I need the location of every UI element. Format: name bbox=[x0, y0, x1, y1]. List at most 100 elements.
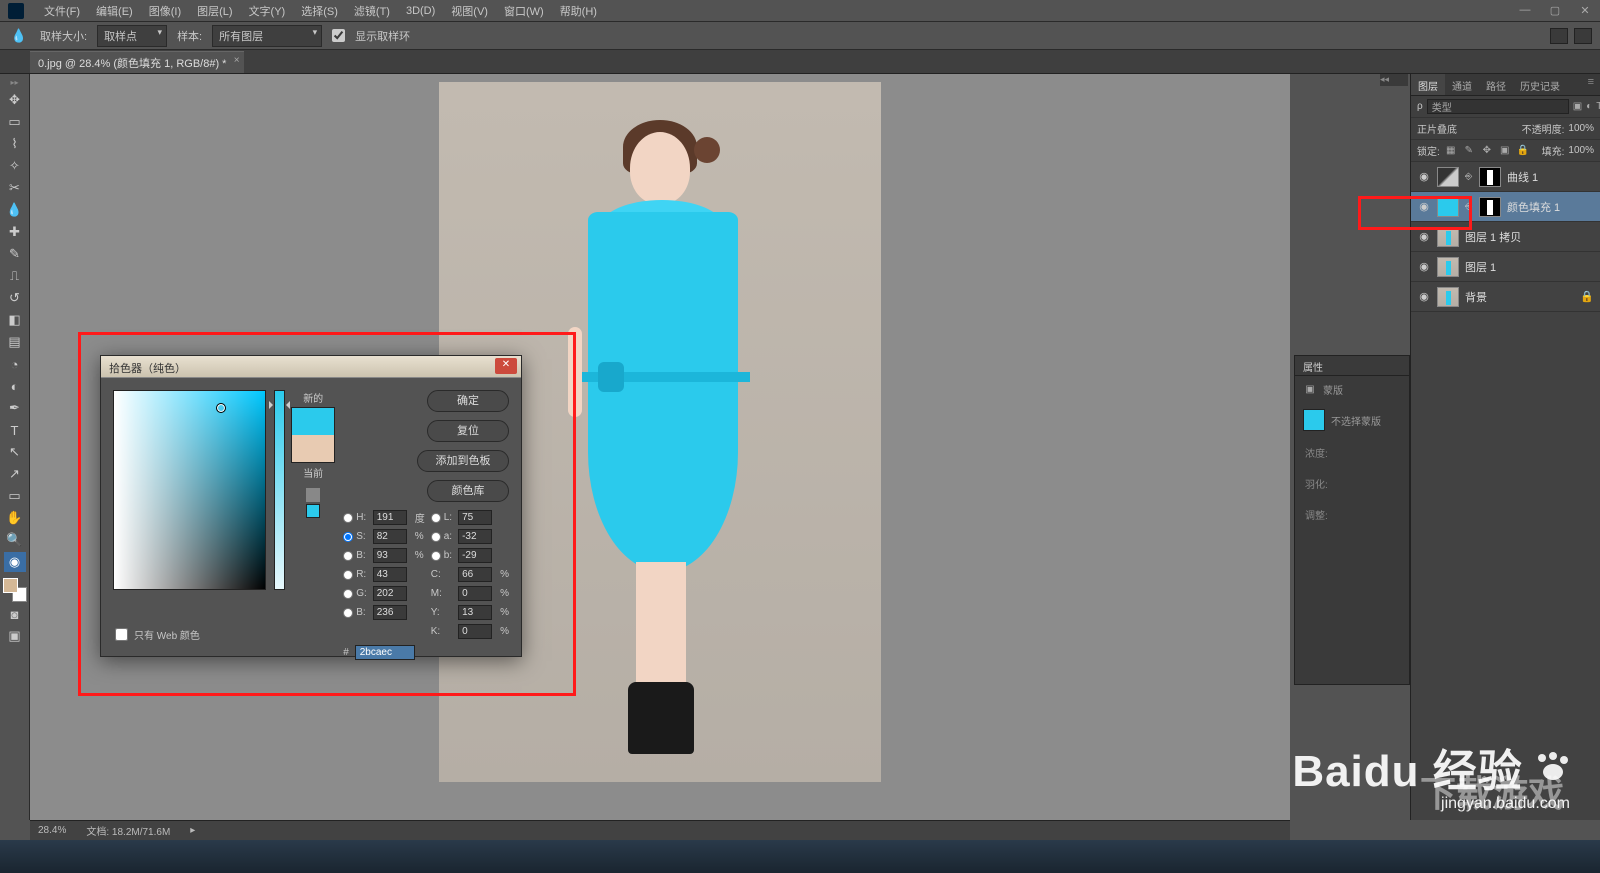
stamp-tool[interactable]: ⎍ bbox=[4, 266, 26, 286]
a-input[interactable] bbox=[458, 529, 492, 544]
lock-pixels-icon[interactable]: ✎ bbox=[1462, 144, 1476, 158]
screen-mode-tool[interactable]: ▣ bbox=[4, 626, 26, 646]
visibility-toggle-icon[interactable]: ◉ bbox=[1417, 230, 1431, 243]
gamut-warning-icon[interactable] bbox=[306, 488, 320, 502]
websafe-swatch-icon[interactable] bbox=[306, 504, 320, 518]
history-brush-tool[interactable]: ↺ bbox=[4, 288, 26, 308]
bri-input[interactable] bbox=[373, 548, 407, 563]
hex-input[interactable] bbox=[355, 645, 415, 660]
b-radio[interactable] bbox=[343, 608, 353, 618]
layer-row-background[interactable]: ◉ 背景 🔒 bbox=[1411, 282, 1600, 312]
a-radio[interactable] bbox=[431, 532, 441, 542]
c-input[interactable] bbox=[458, 567, 492, 582]
color-picker-titlebar[interactable]: 拾色器（纯色） ✕ bbox=[101, 356, 521, 378]
crop-tool[interactable]: ✂ bbox=[4, 178, 26, 198]
marquee-tool[interactable]: ▭ bbox=[4, 112, 26, 132]
dodge-tool[interactable]: ◐ bbox=[4, 376, 26, 396]
workspace-button[interactable] bbox=[1550, 28, 1568, 44]
menu-select[interactable]: 选择(S) bbox=[295, 1, 344, 21]
color-swatches[interactable] bbox=[3, 578, 27, 602]
panels-button[interactable] bbox=[1574, 28, 1592, 44]
s-input[interactable] bbox=[373, 529, 407, 544]
layer-thumb[interactable] bbox=[1437, 287, 1459, 307]
add-to-swatches-button[interactable]: 添加到色板 bbox=[417, 450, 509, 472]
visibility-toggle-icon[interactable]: ◉ bbox=[1417, 290, 1431, 303]
l-radio[interactable] bbox=[431, 513, 441, 523]
minimize-icon[interactable]: — bbox=[1510, 4, 1540, 17]
filter-type-icon[interactable]: T bbox=[1596, 100, 1600, 114]
b-lab-radio[interactable] bbox=[431, 551, 441, 561]
menu-type[interactable]: 文字(Y) bbox=[243, 1, 292, 21]
layer-name[interactable]: 图层 1 bbox=[1465, 259, 1594, 275]
b-input[interactable] bbox=[373, 605, 407, 620]
m-input[interactable] bbox=[458, 586, 492, 601]
layer-thumb-curves-icon[interactable] bbox=[1437, 167, 1459, 187]
sample-size-dropdown[interactable]: 取样点 bbox=[97, 25, 167, 47]
lasso-tool[interactable]: ⌇ bbox=[4, 134, 26, 154]
menu-window[interactable]: 窗口(W) bbox=[498, 1, 550, 21]
quick-mask-tool[interactable]: ◙ bbox=[4, 604, 26, 624]
layer-name[interactable]: 曲线 1 bbox=[1507, 169, 1594, 185]
filter-adjust-icon[interactable]: ◐ bbox=[1586, 100, 1592, 114]
eraser-tool[interactable]: ◧ bbox=[4, 310, 26, 330]
brush-tool[interactable]: ✎ bbox=[4, 244, 26, 264]
document-tab[interactable]: 0.jpg @ 28.4% (颜色填充 1, RGB/8#) * × bbox=[30, 51, 244, 73]
magic-wand-tool[interactable]: ✧ bbox=[4, 156, 26, 176]
tab-channels[interactable]: 通道 bbox=[1445, 74, 1479, 95]
panel-dock-collapse-icon[interactable]: ◂◂ bbox=[1380, 74, 1408, 86]
menu-edit[interactable]: 编辑(E) bbox=[90, 1, 139, 21]
filter-kind-icon[interactable]: ρ bbox=[1417, 101, 1423, 112]
eyedropper-tool[interactable]: 💧 bbox=[4, 200, 26, 220]
lock-transparency-icon[interactable]: ▦ bbox=[1444, 144, 1458, 158]
tab-layers[interactable]: 图层 bbox=[1411, 74, 1445, 95]
foreground-color-swatch[interactable] bbox=[3, 578, 18, 593]
layer-mask-thumb[interactable] bbox=[1479, 197, 1501, 217]
g-input[interactable] bbox=[373, 586, 407, 601]
menu-image[interactable]: 图像(I) bbox=[143, 1, 187, 21]
layer-row-layer1[interactable]: ◉ 图层 1 bbox=[1411, 252, 1600, 282]
lock-all-icon[interactable]: 🔒 bbox=[1516, 144, 1530, 158]
visibility-toggle-icon[interactable]: ◉ bbox=[1417, 260, 1431, 273]
move-tool[interactable]: ✥ bbox=[4, 90, 26, 110]
healing-tool[interactable]: ✚ bbox=[4, 222, 26, 242]
properties-color-swatch[interactable] bbox=[1303, 409, 1325, 431]
close-icon[interactable]: ✕ bbox=[1570, 4, 1600, 17]
path-select-tool[interactable]: ↖ bbox=[4, 442, 26, 462]
blend-mode-dropdown[interactable]: 正片叠底 bbox=[1417, 121, 1518, 136]
h-input[interactable] bbox=[373, 510, 407, 525]
direct-select-tool[interactable]: ↗ bbox=[4, 464, 26, 484]
menu-filter[interactable]: 滤镜(T) bbox=[348, 1, 396, 21]
menu-file[interactable]: 文件(F) bbox=[38, 1, 86, 21]
reset-button[interactable]: 复位 bbox=[427, 420, 509, 442]
zoom-tool[interactable]: 🔍 bbox=[4, 530, 26, 550]
y-input[interactable] bbox=[458, 605, 492, 620]
layer-name[interactable]: 背景 bbox=[1465, 289, 1574, 305]
color-field[interactable] bbox=[113, 390, 266, 590]
shape-tool[interactable]: ▭ bbox=[4, 486, 26, 506]
tab-close-icon[interactable]: × bbox=[234, 55, 240, 66]
l-input[interactable] bbox=[458, 510, 492, 525]
toolbox-collapse-icon[interactable]: ▸▸ bbox=[3, 78, 27, 88]
menu-3d[interactable]: 3D(D) bbox=[400, 3, 441, 19]
menu-help[interactable]: 帮助(H) bbox=[554, 1, 603, 21]
k-input[interactable] bbox=[458, 624, 492, 639]
r-input[interactable] bbox=[373, 567, 407, 582]
show-ring-checkbox[interactable] bbox=[332, 29, 345, 42]
opacity-value[interactable]: 100% bbox=[1568, 123, 1594, 134]
filter-pixel-icon[interactable]: ▣ bbox=[1573, 100, 1582, 114]
color-sampler-tool[interactable]: ◉ bbox=[4, 552, 26, 572]
sample-layers-dropdown[interactable]: 所有图层 bbox=[212, 25, 322, 47]
layer-row-curves[interactable]: ◉ ⎆ 曲线 1 bbox=[1411, 162, 1600, 192]
b-lab-input[interactable] bbox=[458, 548, 492, 563]
hue-slider[interactable] bbox=[274, 390, 285, 590]
doc-size[interactable]: 文档: 18.2M/71.6M bbox=[86, 823, 170, 838]
pen-tool[interactable]: ✒ bbox=[4, 398, 26, 418]
layer-filter-dropdown[interactable] bbox=[1427, 99, 1569, 114]
status-chevron-icon[interactable]: ▸ bbox=[190, 825, 195, 836]
gradient-tool[interactable]: ▤ bbox=[4, 332, 26, 352]
color-picker-close-icon[interactable]: ✕ bbox=[495, 358, 517, 374]
hand-tool[interactable]: ✋ bbox=[4, 508, 26, 528]
layer-name[interactable]: 颜色填充 1 bbox=[1507, 199, 1594, 215]
web-colors-checkbox[interactable] bbox=[115, 628, 128, 641]
lock-artboard-icon[interactable]: ▣ bbox=[1498, 144, 1512, 158]
